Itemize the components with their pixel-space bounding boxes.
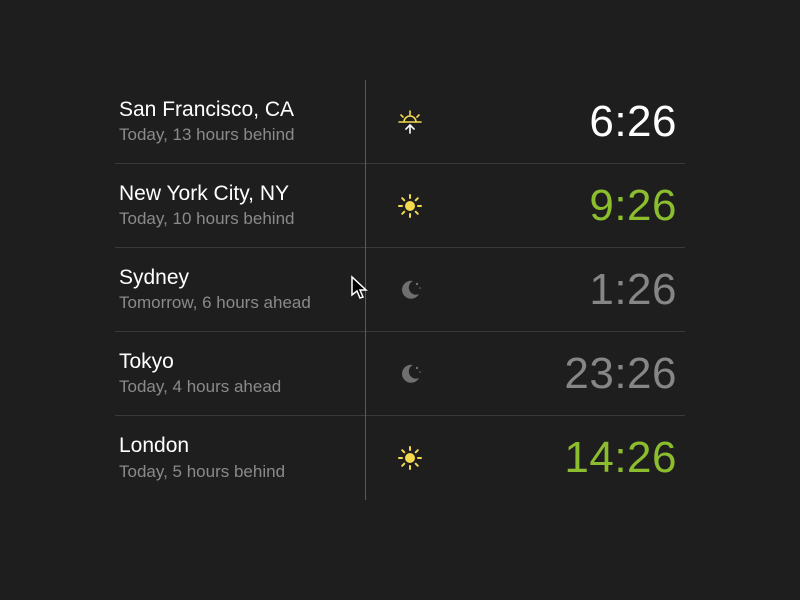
clock-time: 9:26 bbox=[589, 181, 677, 230]
sun-icon bbox=[397, 193, 423, 219]
time-offset: Today, 10 hours behind bbox=[119, 207, 365, 231]
clock-row[interactable]: Tokyo Today, 4 hours ahead 23:26 bbox=[115, 332, 685, 416]
moon-icon bbox=[398, 362, 422, 386]
city-name: New York City, NY bbox=[119, 180, 365, 207]
clock-time: 6:26 bbox=[589, 97, 677, 146]
city-name: Tokyo bbox=[119, 348, 365, 375]
clock-time: 14:26 bbox=[564, 433, 677, 482]
city-name: San Francisco, CA bbox=[119, 96, 365, 123]
clock-time: 1:26 bbox=[589, 265, 677, 314]
time-offset: Today, 4 hours ahead bbox=[119, 375, 365, 399]
clock-row[interactable]: New York City, NY Today, 10 hours behind bbox=[115, 164, 685, 248]
city-name: London bbox=[119, 432, 365, 459]
sunrise-icon bbox=[397, 109, 423, 135]
city-name: Sydney bbox=[119, 264, 365, 291]
moon-icon bbox=[398, 278, 422, 302]
world-clock-widget: San Francisco, CA Today, 13 hours behind bbox=[115, 80, 685, 500]
clock-row[interactable]: Sydney Tomorrow, 6 hours ahead 1:26 bbox=[115, 248, 685, 332]
vertical-divider bbox=[365, 80, 366, 500]
sun-icon bbox=[397, 445, 423, 471]
time-offset: Tomorrow, 6 hours ahead bbox=[119, 291, 365, 315]
time-offset: Today, 5 hours behind bbox=[119, 460, 365, 484]
time-offset: Today, 13 hours behind bbox=[119, 123, 365, 147]
clock-time: 23:26 bbox=[564, 349, 677, 398]
clock-row[interactable]: London Today, 5 hours behind bbox=[115, 416, 685, 500]
clock-row[interactable]: San Francisco, CA Today, 13 hours behind bbox=[115, 80, 685, 164]
